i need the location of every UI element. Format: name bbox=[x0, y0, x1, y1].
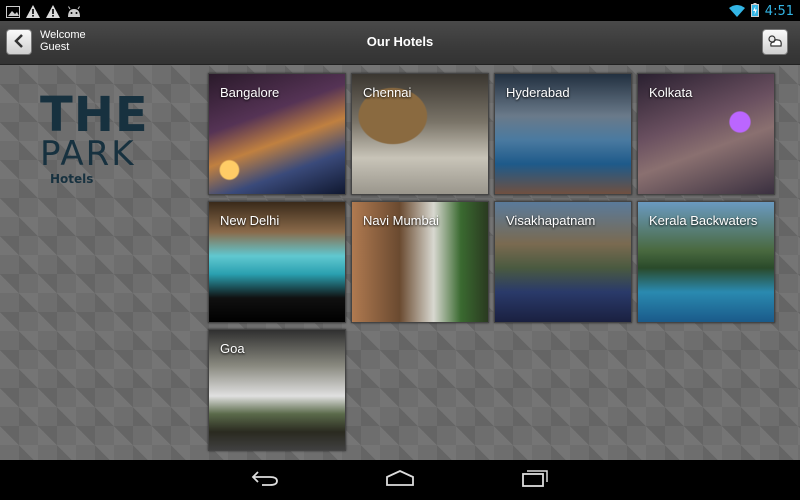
hotel-name: Hyderabad bbox=[506, 85, 570, 100]
warning-icon bbox=[26, 3, 40, 22]
back-arrow-icon bbox=[250, 469, 280, 491]
hotel-tile-kerala-backwaters[interactable]: Kerala Backwaters bbox=[637, 201, 775, 323]
hotel-name: Goa bbox=[220, 341, 245, 356]
content-area: THE PARK Hotels Bangalore Chennai Hydera… bbox=[0, 65, 800, 460]
home-icon bbox=[384, 469, 416, 491]
hotel-tile-hyderabad[interactable]: Hyderabad bbox=[494, 73, 632, 195]
hotel-tile-new-delhi[interactable]: New Delhi bbox=[208, 201, 346, 323]
hotel-name: Chennai bbox=[363, 85, 412, 100]
weather-icon bbox=[766, 33, 784, 52]
image-icon bbox=[6, 3, 20, 22]
warning-icon bbox=[46, 3, 60, 22]
hotel-grid: Bangalore Chennai Hyderabad Kolkata New … bbox=[208, 73, 775, 451]
hotel-name: Visakhapatnam bbox=[506, 213, 596, 228]
weather-button[interactable] bbox=[762, 29, 788, 55]
park-hotels-logo: THE PARK Hotels bbox=[40, 87, 149, 187]
page-title: Our Hotels bbox=[366, 34, 434, 49]
hotel-name: Kerala Backwaters bbox=[649, 213, 758, 228]
hotel-tile-chennai[interactable]: Chennai bbox=[351, 73, 489, 195]
battery-charging-icon bbox=[750, 2, 759, 21]
hotel-tile-navi-mumbai[interactable]: Navi Mumbai bbox=[351, 201, 489, 323]
hotel-name: Kolkata bbox=[649, 85, 693, 100]
hotel-tile-goa[interactable]: Goa bbox=[208, 329, 346, 451]
logo-line-2: PARK bbox=[40, 134, 136, 174]
android-icon bbox=[66, 3, 82, 22]
hotel-tile-kolkata[interactable]: Kolkata bbox=[637, 73, 775, 195]
nav-home-button[interactable] bbox=[380, 468, 420, 492]
hotel-tile-visakhapatnam[interactable]: Visakhapatnam bbox=[494, 201, 632, 323]
logo-line-1: THE bbox=[40, 87, 149, 143]
status-bar: 4:51 bbox=[0, 0, 800, 21]
navigation-bar bbox=[0, 460, 800, 500]
hotel-name: Navi Mumbai bbox=[363, 213, 439, 228]
hotel-tile-bangalore[interactable]: Bangalore bbox=[208, 73, 346, 195]
hotel-name: New Delhi bbox=[220, 213, 280, 228]
action-bar: Welcome Guest Our Hotels bbox=[0, 21, 800, 65]
clock: 4:51 bbox=[764, 4, 794, 19]
nav-back-button[interactable] bbox=[245, 468, 285, 492]
wifi-icon bbox=[728, 2, 745, 21]
nav-recents-button[interactable] bbox=[515, 468, 555, 492]
hotel-name: Bangalore bbox=[220, 85, 280, 100]
recent-apps-icon bbox=[520, 468, 550, 492]
